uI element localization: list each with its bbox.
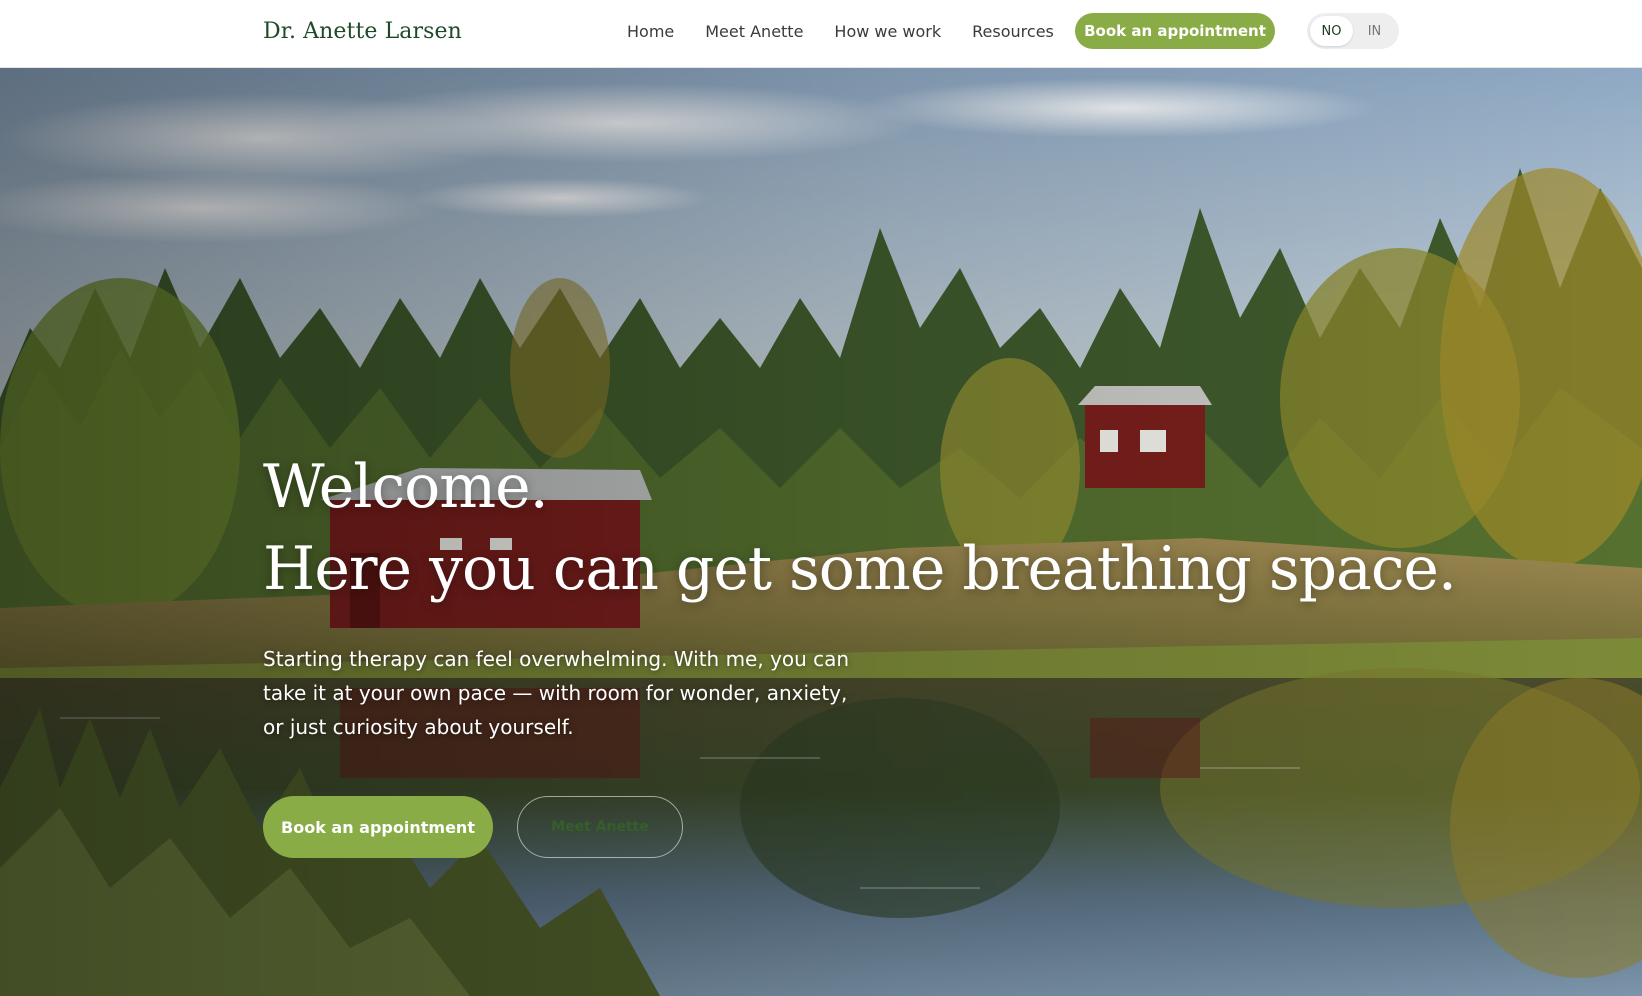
language-option-in[interactable]: IN	[1353, 16, 1396, 46]
site-header: Dr. Anette Larsen Home Meet Anette How w…	[0, 0, 1642, 68]
language-option-no[interactable]: NO	[1310, 16, 1353, 46]
hero-meet-anette-button[interactable]: Meet Anette	[517, 796, 683, 858]
nav-item-resources[interactable]: Resources	[972, 19, 1054, 45]
header-book-appointment-button[interactable]: Book an appointment	[1075, 13, 1275, 49]
nav-item-home[interactable]: Home	[627, 19, 674, 45]
hero-title-line-1: Welcome.	[263, 452, 549, 522]
hero-subtitle: Starting therapy can feel overwhelming. …	[263, 647, 850, 739]
main-nav: Home Meet Anette How we work Resources	[627, 19, 1085, 45]
hero-title-line-2: Here you can get some breathing space.	[263, 534, 1457, 604]
nav-item-how-we-work[interactable]: How we work	[834, 19, 941, 45]
hero-actions: Book an appointment Meet Anette	[263, 796, 1363, 858]
nav-item-meet-anette[interactable]: Meet Anette	[705, 19, 803, 45]
hero-content: Welcome. Here you can get some breathing…	[263, 446, 1457, 858]
hero-title: Welcome. Here you can get some breathing…	[263, 446, 1457, 610]
site-logo[interactable]: Dr. Anette Larsen	[263, 14, 462, 50]
hero-section: Welcome. Here you can get some breathing…	[0, 68, 1642, 996]
language-toggle: NO IN	[1307, 13, 1399, 49]
hero-book-appointment-button[interactable]: Book an appointment	[263, 796, 493, 858]
